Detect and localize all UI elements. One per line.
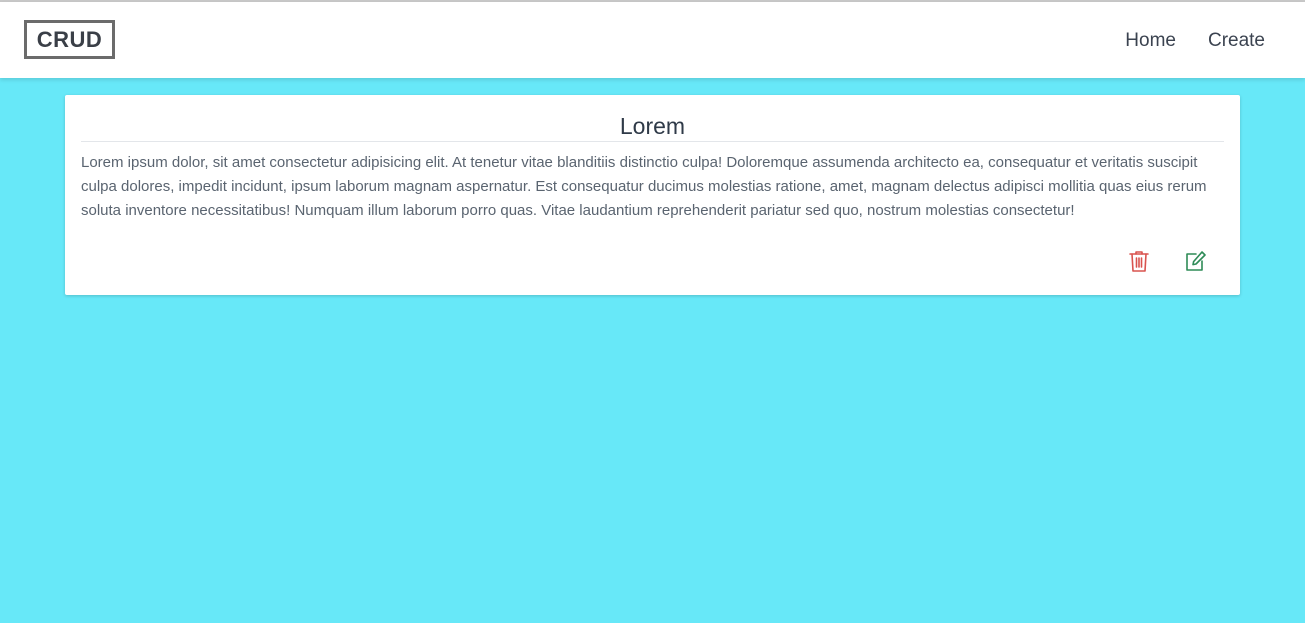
nav-link-create[interactable]: Create — [1208, 30, 1265, 52]
logo[interactable]: CRUD — [24, 20, 115, 59]
nav-links: Home Create — [1125, 30, 1265, 52]
edit-icon[interactable] — [1183, 249, 1207, 273]
title-divider — [81, 141, 1224, 142]
trash-icon[interactable] — [1127, 249, 1151, 273]
post-title: Lorem — [619, 113, 686, 139]
post-card: Lorem Lorem ipsum dolor, sit amet consec… — [65, 95, 1240, 295]
post-body: Lorem ipsum dolor, sit amet consectetur … — [81, 154, 1207, 219]
nav-link-home[interactable]: Home — [1125, 30, 1176, 52]
post-actions — [1127, 249, 1207, 273]
navbar: CRUD Home Create — [0, 2, 1305, 78]
